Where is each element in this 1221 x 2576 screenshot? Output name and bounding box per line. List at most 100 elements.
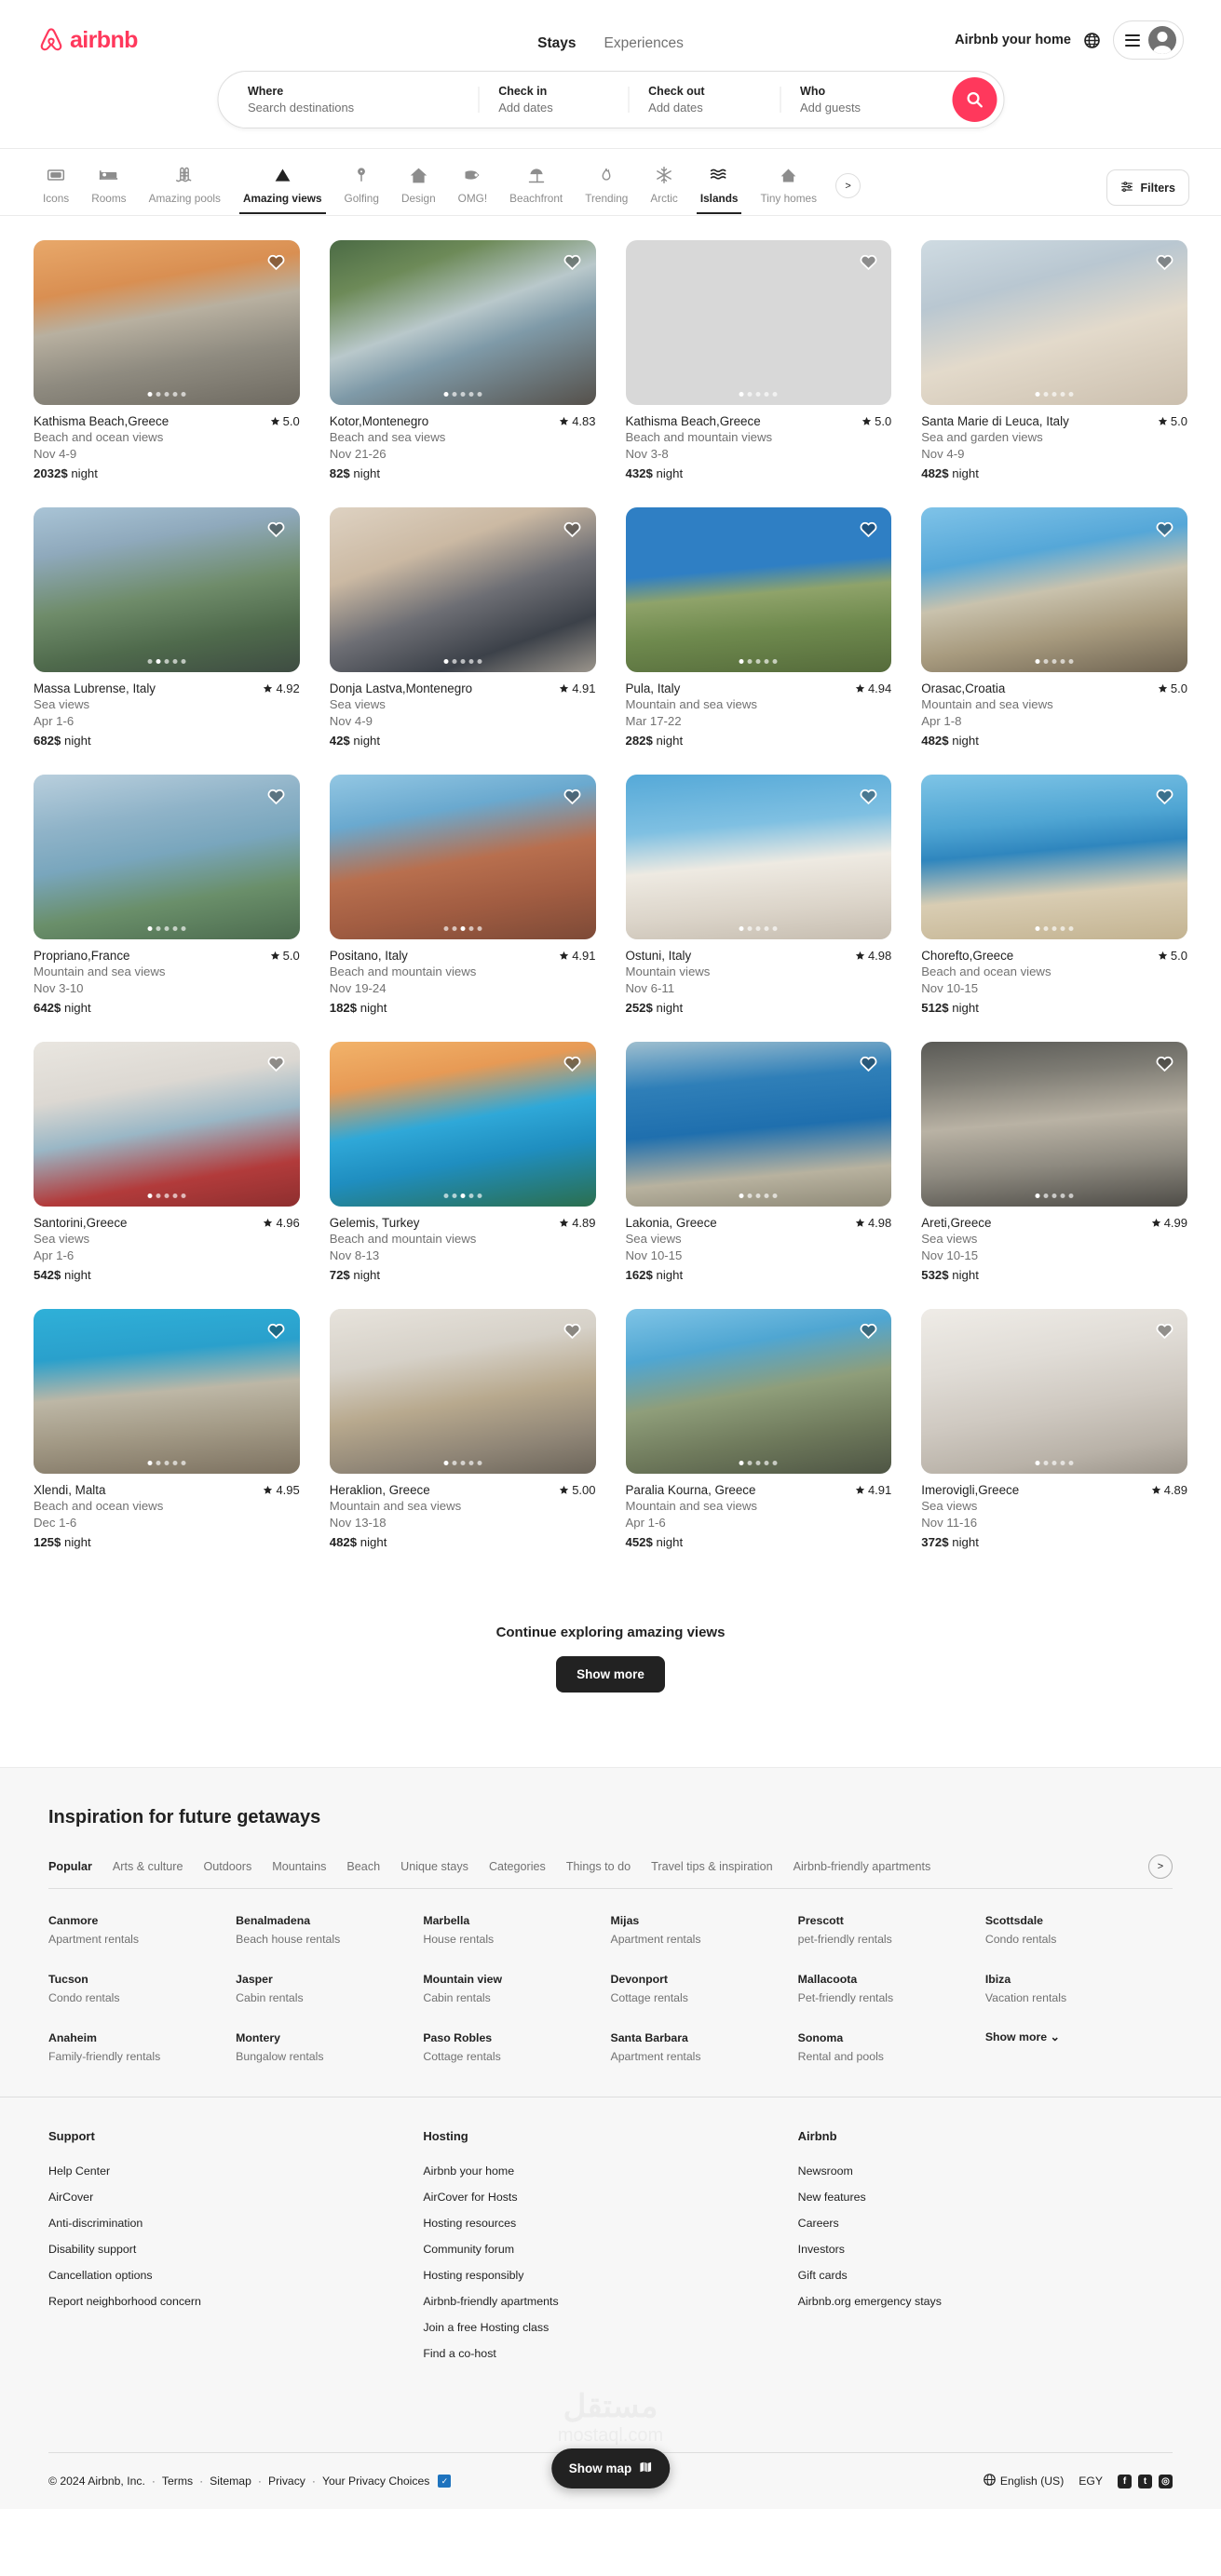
- listing-photo[interactable]: [625, 240, 892, 405]
- footer-link[interactable]: Airbnb your home: [423, 2158, 797, 2184]
- inspiration-destination[interactable]: Jasper Cabin rentals: [236, 1972, 423, 2006]
- inspiration-destination[interactable]: Sonoma Rental and pools: [798, 2030, 985, 2065]
- listing-card[interactable]: Gelemis, Turkey 4.89 Beach and mountain …: [329, 1042, 596, 1285]
- inspiration-destination[interactable]: Mallacoota Pet-friendly rentals: [798, 1972, 985, 2006]
- category-icons[interactable]: Icons: [32, 162, 80, 214]
- inspiration-destination[interactable]: Montery Bungalow rentals: [236, 2030, 423, 2065]
- carousel-dot[interactable]: [1043, 1194, 1049, 1198]
- inspiration-destination[interactable]: Mijas Apartment rentals: [611, 1913, 798, 1948]
- listing-photo[interactable]: [625, 775, 892, 939]
- carousel-dot[interactable]: [1043, 926, 1049, 931]
- carousel-dot[interactable]: [772, 1461, 778, 1465]
- listing-photo[interactable]: [329, 1042, 596, 1207]
- carousel-dot[interactable]: [181, 926, 186, 931]
- listing-photo[interactable]: [329, 240, 596, 405]
- carousel-dot[interactable]: [443, 392, 449, 397]
- listing-photo[interactable]: [329, 507, 596, 672]
- carousel-dot[interactable]: [764, 1461, 769, 1465]
- carousel-dot[interactable]: [156, 659, 161, 664]
- favorite-heart-icon[interactable]: [265, 517, 289, 541]
- inspiration-tab[interactable]: Things to do: [566, 1860, 631, 1873]
- carousel-dot[interactable]: [147, 659, 153, 664]
- carousel-dot[interactable]: [477, 1194, 482, 1198]
- footer-link[interactable]: Airbnb-friendly apartments: [423, 2288, 797, 2314]
- footer-link[interactable]: New features: [798, 2184, 1173, 2210]
- carousel-dot[interactable]: [147, 926, 153, 931]
- footer-link[interactable]: Cancellation options: [48, 2262, 423, 2288]
- currency-selector[interactable]: EGY: [1079, 2475, 1103, 2488]
- inspiration-show-more[interactable]: Show more ⌄: [985, 2030, 1173, 2065]
- carousel-dot[interactable]: [460, 659, 466, 664]
- carousel-dot[interactable]: [164, 659, 170, 664]
- favorite-heart-icon[interactable]: [265, 1318, 289, 1342]
- listing-photo[interactable]: [34, 507, 300, 672]
- airbnb-your-home-link[interactable]: Airbnb your home: [955, 33, 1071, 47]
- search-who-segment[interactable]: Who Add guests: [780, 76, 952, 124]
- search-checkin-segment[interactable]: Check in Add dates: [478, 76, 628, 124]
- listing-card[interactable]: Kotor,Montenegro 4.83 Beach and sea view…: [329, 240, 596, 483]
- carousel-dot[interactable]: [1051, 1461, 1057, 1465]
- carousel-dot[interactable]: [1035, 659, 1040, 664]
- carousel-dot[interactable]: [739, 1194, 744, 1198]
- footer-legal-link[interactable]: Terms: [162, 2475, 193, 2488]
- category-design[interactable]: Design: [390, 162, 447, 214]
- search-checkout-value[interactable]: Add dates: [648, 100, 759, 116]
- listing-card[interactable]: Orasac,Croatia 5.0 Mountain and sea view…: [921, 507, 1187, 750]
- carousel-dot[interactable]: [164, 392, 170, 397]
- listing-card[interactable]: Santorini,Greece 4.96 Sea views Apr 1-6 …: [34, 1042, 300, 1285]
- listing-card[interactable]: Massa Lubrense, Italy 4.92 Sea views Apr…: [34, 507, 300, 750]
- listing-photo[interactable]: [625, 507, 892, 672]
- favorite-heart-icon[interactable]: [856, 1318, 880, 1342]
- carousel-dot[interactable]: [1068, 1461, 1074, 1465]
- inspiration-tab[interactable]: Airbnb-friendly apartments: [794, 1860, 931, 1873]
- carousel-dot[interactable]: [1060, 659, 1065, 664]
- inspiration-tab[interactable]: Outdoors: [203, 1860, 251, 1873]
- listing-photo[interactable]: [329, 1309, 596, 1474]
- carousel-dot[interactable]: [1035, 1194, 1040, 1198]
- category-beachfront[interactable]: Beachfront: [498, 162, 574, 214]
- carousel-dot[interactable]: [156, 1461, 161, 1465]
- inspiration-next-button[interactable]: >: [1148, 1854, 1173, 1879]
- carousel-dot[interactable]: [443, 659, 449, 664]
- carousel-dot[interactable]: [1043, 392, 1049, 397]
- category-arctic[interactable]: Arctic: [639, 162, 689, 214]
- carousel-dot[interactable]: [181, 1461, 186, 1465]
- carousel-dot[interactable]: [181, 392, 186, 397]
- carousel-dot[interactable]: [164, 1194, 170, 1198]
- favorite-heart-icon[interactable]: [1152, 517, 1176, 541]
- footer-link[interactable]: Hosting resources: [423, 2210, 797, 2236]
- footer-link[interactable]: AirCover for Hosts: [423, 2184, 797, 2210]
- carousel-dot[interactable]: [156, 1194, 161, 1198]
- favorite-heart-icon[interactable]: [1152, 1051, 1176, 1075]
- carousel-dot[interactable]: [1035, 392, 1040, 397]
- inspiration-tab[interactable]: Popular: [48, 1860, 92, 1873]
- footer-legal-link[interactable]: Privacy: [268, 2475, 305, 2488]
- favorite-heart-icon[interactable]: [265, 250, 289, 274]
- listing-card[interactable]: Propriano,France 5.0 Mountain and sea vi…: [34, 775, 300, 1018]
- carousel-dot[interactable]: [477, 392, 482, 397]
- inspiration-destination[interactable]: Mountain view Cabin rentals: [423, 1972, 610, 2006]
- carousel-dot[interactable]: [181, 1194, 186, 1198]
- carousel-dot[interactable]: [147, 392, 153, 397]
- favorite-heart-icon[interactable]: [1152, 1318, 1176, 1342]
- carousel-dot[interactable]: [443, 1194, 449, 1198]
- search-button[interactable]: [952, 77, 997, 122]
- carousel-dot[interactable]: [460, 926, 466, 931]
- inspiration-destination[interactable]: Ibiza Vacation rentals: [985, 1972, 1173, 2006]
- tab-experiences[interactable]: Experiences: [604, 35, 684, 52]
- carousel-dot[interactable]: [164, 926, 170, 931]
- show-map-button[interactable]: Show map: [550, 2448, 671, 2488]
- favorite-heart-icon[interactable]: [265, 784, 289, 808]
- category-rooms[interactable]: Rooms: [80, 162, 137, 214]
- carousel-dot[interactable]: [764, 1194, 769, 1198]
- carousel-dot[interactable]: [172, 1194, 178, 1198]
- carousel-dot[interactable]: [739, 392, 744, 397]
- favorite-heart-icon[interactable]: [856, 784, 880, 808]
- filters-button[interactable]: Filters: [1106, 169, 1189, 206]
- carousel-dot[interactable]: [468, 659, 474, 664]
- footer-link[interactable]: Help Center: [48, 2158, 423, 2184]
- inspiration-destination[interactable]: Benalmadena Beach house rentals: [236, 1913, 423, 1948]
- carousel-dot[interactable]: [747, 1461, 753, 1465]
- favorite-heart-icon[interactable]: [856, 250, 880, 274]
- carousel-dot[interactable]: [772, 1194, 778, 1198]
